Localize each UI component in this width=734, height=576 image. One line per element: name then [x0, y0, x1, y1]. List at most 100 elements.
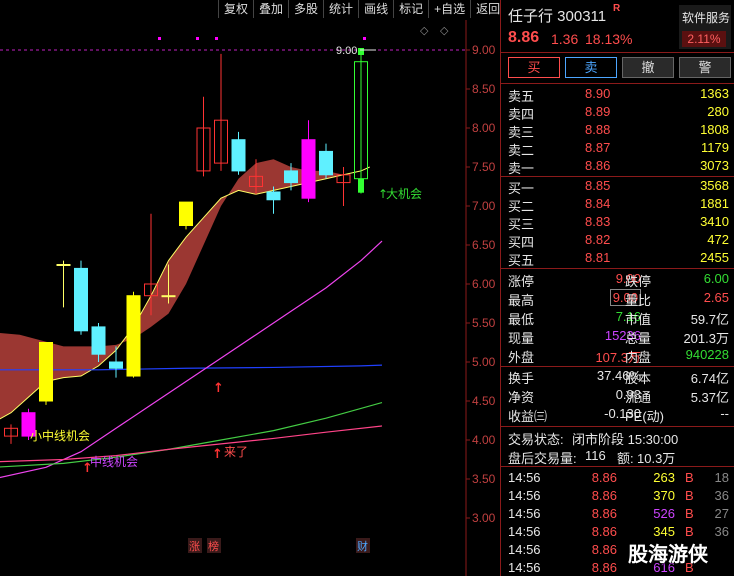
- toolbar-button[interactable]: +自选: [428, 0, 470, 18]
- order-price: 8.83: [585, 214, 611, 229]
- divider: [501, 52, 734, 53]
- divider: [501, 176, 734, 177]
- tick-volume: 370: [653, 488, 675, 503]
- order-price: 8.86: [585, 158, 611, 173]
- order-price: 8.85: [585, 178, 611, 193]
- tick-price: 8.86: [591, 542, 617, 557]
- stat-label: 内盘: [625, 350, 652, 365]
- stat-label: 总量: [625, 331, 652, 346]
- tick-side: B: [685, 488, 694, 503]
- divider: [501, 466, 734, 467]
- bottom-tag: 涨: [189, 540, 200, 553]
- tick-time: 14:56: [508, 506, 541, 521]
- chart-annotation: 来了: [224, 445, 248, 459]
- price-axis-label: 3.50: [472, 472, 496, 486]
- candle-body: [56, 264, 71, 266]
- order-volume: 3073: [700, 158, 729, 173]
- price-axis-label: 6.00: [472, 277, 496, 291]
- stat-value: 59.7亿: [690, 312, 729, 327]
- order-level-label: 卖五: [508, 89, 535, 104]
- after-hours-amount: 10.3万: [637, 451, 676, 466]
- order-volume: 2455: [700, 250, 729, 265]
- stat-label: 换手: [508, 371, 535, 386]
- stat-value: 940228: [685, 347, 729, 362]
- price-alert-button[interactable]: 警: [679, 57, 731, 78]
- stat-label: 最低: [508, 312, 535, 327]
- cancel-order-button[interactable]: 撤: [622, 57, 674, 78]
- candle-body: [284, 170, 298, 184]
- tick-volume: 526: [653, 506, 675, 521]
- candle-body: [91, 326, 106, 355]
- toolbar-button[interactable]: 复权: [218, 0, 253, 18]
- quote-panel: 任子行 300311 R 8.86 1.36 18.13% 软件服务 2.11%…: [500, 0, 734, 576]
- stat-label: 收益㈢: [508, 409, 548, 424]
- up-arrow-icon: ↑: [378, 187, 388, 201]
- tick-time: 14:56: [508, 488, 541, 503]
- order-volume: 1179: [701, 140, 729, 155]
- stat-label: 最高: [508, 293, 535, 308]
- toolbar-button[interactable]: 多股: [288, 0, 323, 18]
- stat-label: 量比: [625, 293, 652, 308]
- stock-name-code[interactable]: 任子行 300311: [508, 5, 606, 26]
- toolbar-button[interactable]: 标记: [393, 0, 428, 18]
- price-axis-label: 5.00: [472, 355, 496, 369]
- tick-price: 8.86: [591, 488, 617, 503]
- stat-label: PE(动): [625, 409, 665, 424]
- chart-annotation: 小中线机会: [30, 428, 90, 443]
- price-axis-label: 9.00: [472, 43, 496, 57]
- candle-body: [126, 295, 141, 377]
- signal-bar: [358, 178, 364, 193]
- margin-tag: R: [613, 3, 621, 14]
- trade-status-value: 闭市阶段 15:30:00: [572, 432, 679, 447]
- stat-label: 净资: [508, 390, 535, 405]
- divider: [501, 83, 734, 84]
- tick-time: 14:56: [508, 524, 541, 539]
- high-price-marker: 9.00: [336, 45, 357, 57]
- order-price: 8.90: [585, 86, 611, 101]
- tick-count: 18: [714, 470, 729, 485]
- event-marker: [215, 37, 218, 40]
- order-volume: 3410: [700, 214, 729, 229]
- tick-price: 8.86: [591, 560, 617, 575]
- toolbar-button[interactable]: 画线: [358, 0, 393, 18]
- bottom-tag: 榜: [208, 539, 219, 553]
- stat-value: 2.65: [703, 290, 729, 305]
- sector-name[interactable]: 软件服务: [682, 9, 730, 26]
- order-volume: 3568: [700, 178, 729, 193]
- order-level-label: 卖三: [508, 125, 535, 140]
- stat-label: 外盘: [508, 350, 535, 365]
- order-price: 8.88: [585, 122, 611, 137]
- buy-button[interactable]: 买: [508, 57, 560, 78]
- order-level-label: 卖二: [508, 143, 535, 158]
- tick-side: B: [685, 470, 694, 485]
- price-axis-label: 7.50: [472, 160, 496, 174]
- stat-value: 5.37亿: [690, 390, 729, 405]
- tick-volume: 263: [653, 470, 675, 485]
- up-arrow-icon: ↑: [213, 381, 224, 396]
- kline-chart[interactable]: 9.00 8.50 8.00 7.50 7.00 6.50 6.00 5.50 5.00 4.50…: [0, 0, 500, 576]
- up-arrow-icon: ↑: [82, 461, 93, 476]
- event-marker: [363, 37, 366, 40]
- stat-label: 现量: [508, 331, 535, 346]
- tick-volume: 345: [653, 524, 675, 539]
- divider: [501, 268, 734, 269]
- order-level-label: 买五: [508, 253, 535, 268]
- tick-count: 27: [714, 506, 729, 521]
- candle-body: [74, 267, 88, 332]
- order-volume: 1808: [700, 122, 729, 137]
- sell-button[interactable]: 卖: [565, 57, 617, 78]
- order-level-label: 买四: [508, 235, 535, 250]
- order-volume: 1363: [700, 86, 729, 101]
- toolbar-button[interactable]: 统计: [323, 0, 358, 18]
- price-change: 1.36: [551, 31, 579, 47]
- order-level-label: 买一: [508, 181, 535, 196]
- order-price: 8.89: [585, 104, 611, 119]
- order-level-label: 卖一: [508, 161, 535, 176]
- tick-price: 8.86: [591, 470, 617, 485]
- divider: [501, 366, 734, 367]
- kline-chart-area[interactable]: 9.00 8.50 8.00 7.50 7.00 6.50 6.00 5.50 5.00 4.50…: [0, 0, 500, 576]
- candle-body: [301, 139, 316, 199]
- order-level-label: 卖四: [508, 107, 535, 122]
- toolbar-button[interactable]: 叠加: [253, 0, 288, 18]
- diamond-icon: ◇: [420, 24, 429, 37]
